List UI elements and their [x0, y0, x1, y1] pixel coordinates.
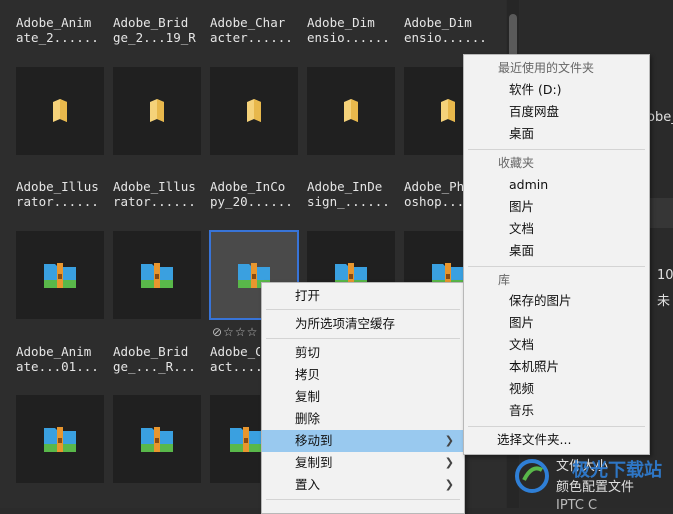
item-name[interactable]: Adobe_Illus rator...... [113, 179, 205, 209]
watermark-logo-icon [515, 459, 549, 493]
item-name[interactable]: Adobe_Anim ate...01... [16, 344, 108, 374]
item-name[interactable]: Adobe_Dim ensio...... [404, 15, 496, 45]
menu-separator [266, 309, 460, 310]
menu-item-move-to[interactable]: 移动到 ❯ [262, 430, 464, 452]
menu-item-label: 置入 [295, 477, 321, 492]
submenu-item-library[interactable]: 本机照片 [464, 356, 649, 378]
submenu-header-library: 库 [498, 273, 511, 287]
menu-item-copy[interactable]: 拷贝 [262, 364, 464, 386]
archive-thumbnail[interactable] [113, 231, 201, 319]
zip-folder-icon [230, 427, 262, 452]
folder-icon [150, 99, 164, 122]
item-name[interactable]: Adobe_Brid ge_..._R... [113, 344, 205, 374]
zip-folder-icon [141, 427, 173, 452]
item-name[interactable]: Adobe_Anim ate_2...... [16, 15, 108, 45]
submenu-item-recent[interactable]: 桌面 [464, 123, 649, 145]
zip-folder-icon [44, 263, 76, 288]
folder-thumbnail[interactable] [16, 67, 104, 155]
submenu-item-choose-folder[interactable]: 选择文件夹... [464, 429, 649, 451]
item-name[interactable]: Adobe_C act.... [210, 344, 260, 374]
chevron-right-icon: ❯ [444, 456, 454, 469]
item-name[interactable]: Adobe_Dim ensio...... [307, 15, 399, 45]
archive-thumbnail[interactable] [16, 395, 104, 483]
submenu-item-library[interactable]: 视频 [464, 378, 649, 400]
zip-folder-icon [141, 263, 173, 288]
folder-icon [344, 99, 358, 122]
folder-thumbnail[interactable] [210, 67, 298, 155]
submenu-item-library[interactable]: 文档 [464, 334, 649, 356]
menu-separator [468, 426, 645, 427]
panel-text-fragment: obe_ [647, 110, 673, 125]
move-to-submenu: 最近使用的文件夹 软件 (D:) 百度网盘 桌面 收藏夹 admin 图片 文档… [463, 54, 650, 455]
item-name[interactable]: Adobe_Illus rator...... [16, 179, 108, 209]
item-name[interactable]: Adobe_InDe sign_...... [307, 179, 399, 209]
menu-separator [266, 499, 460, 500]
submenu-header-favorites: 收藏夹 [498, 156, 535, 170]
chevron-right-icon: ❯ [444, 434, 454, 447]
archive-thumbnail[interactable] [16, 231, 104, 319]
submenu-item-library[interactable]: 保存的图片 [464, 290, 649, 312]
submenu-item-library[interactable]: 图片 [464, 312, 649, 334]
menu-item-open[interactable]: 打开 [262, 285, 464, 307]
archive-thumbnail[interactable] [210, 395, 262, 483]
folder-icon [53, 99, 67, 122]
folder-icon [247, 99, 261, 122]
item-name[interactable]: Adobe_Brid ge_2...19_R [113, 15, 205, 45]
rating-stars[interactable]: ⊘☆☆☆ [212, 325, 258, 339]
item-name[interactable]: Adobe_InCo py_20...... [210, 179, 302, 209]
submenu-item-favorite[interactable]: 图片 [464, 196, 649, 218]
watermark-text: 极光下载站 [572, 460, 662, 481]
submenu-item-recent[interactable]: 百度网盘 [464, 101, 649, 123]
watermark: 极光下载站 [512, 454, 662, 502]
panel-text-fragment: 未 [657, 294, 671, 309]
menu-item-copy-to[interactable]: 复制到 ❯ [262, 452, 464, 474]
zip-folder-icon [44, 427, 76, 452]
menu-item-cut[interactable]: 剪切 [262, 342, 464, 364]
submenu-item-library[interactable]: 音乐 [464, 400, 649, 422]
menu-item-duplicate[interactable]: 复制 [262, 386, 464, 408]
menu-item-place[interactable]: 置入 ❯ [262, 474, 464, 496]
chevron-right-icon: ❯ [444, 478, 454, 491]
submenu-item-recent[interactable]: 软件 (D:) [464, 79, 649, 101]
submenu-item-favorite[interactable]: admin [464, 174, 649, 196]
menu-separator [468, 266, 645, 267]
context-menu: 打开 为所选项清空缓存 剪切 拷贝 复制 删除 移动到 ❯ 复制到 ❯ 置入 ❯ [261, 282, 465, 514]
submenu-header-recent: 最近使用的文件夹 [498, 61, 595, 75]
folder-icon [441, 99, 455, 122]
menu-item-label: 复制到 [295, 455, 333, 470]
submenu-item-favorite[interactable]: 桌面 [464, 240, 649, 262]
menu-separator [468, 149, 645, 150]
archive-thumbnail[interactable] [113, 395, 201, 483]
submenu-item-favorite[interactable]: 文档 [464, 218, 649, 240]
menu-item-delete[interactable]: 删除 [262, 408, 464, 430]
panel-text-fragment: 10 [657, 268, 673, 283]
folder-thumbnail[interactable] [113, 67, 201, 155]
item-name[interactable]: Adobe_Char acter...... [210, 15, 302, 45]
menu-item-purge-cache[interactable]: 为所选项清空缓存 [262, 313, 464, 335]
menu-item-label: 移动到 [295, 433, 333, 448]
folder-thumbnail[interactable] [307, 67, 395, 155]
menu-separator [266, 338, 460, 339]
